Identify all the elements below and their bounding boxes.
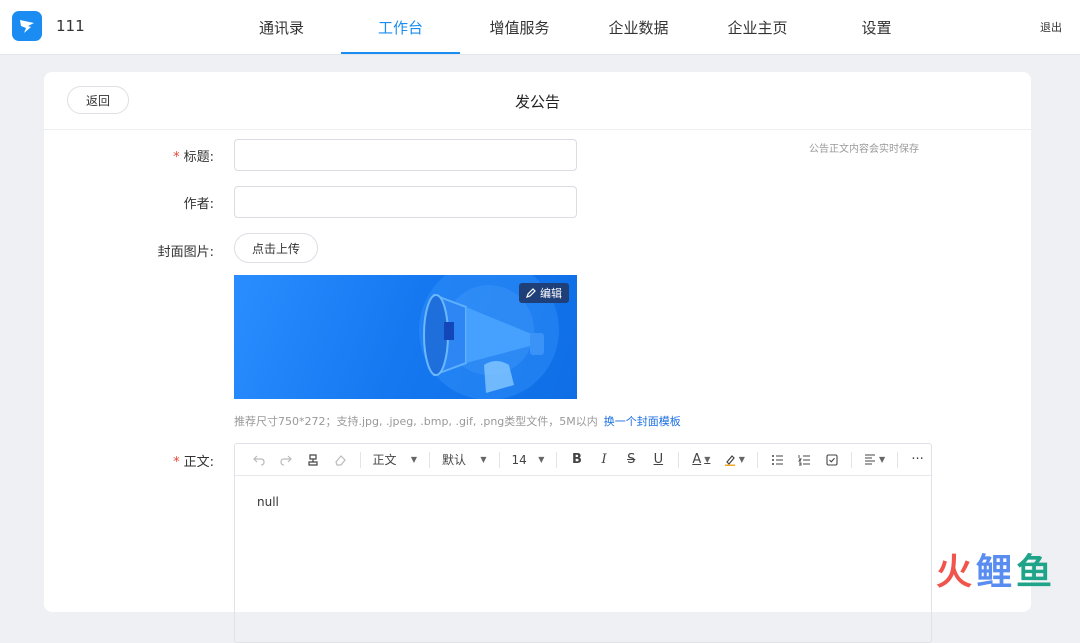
title-label: * 标题: [173, 150, 214, 165]
paragraph-style-select[interactable]: 正文 ▼ [366, 448, 423, 472]
tab-contacts[interactable]: 通讯录 [222, 0, 341, 54]
toolbar-divider [498, 451, 500, 468]
toolbar-divider [556, 451, 558, 468]
caret-down-icon: ▼ [538, 455, 545, 464]
numbered-list-icon[interactable] [791, 448, 818, 472]
bold-button[interactable]: B [563, 448, 590, 472]
autosave-note: 公告正文内容会实时保存 [809, 144, 919, 155]
logout-link[interactable]: 退出 [1040, 19, 1062, 35]
required-marker: * [173, 455, 180, 470]
cover-label: 封面图片: [157, 245, 214, 260]
toolbar-divider [897, 451, 898, 468]
cover-image[interactable]: 编辑 [234, 275, 577, 399]
watermark-logo: 火鲤鱼 [935, 552, 1056, 593]
italic-button[interactable]: I [591, 448, 618, 472]
align-left-icon [864, 454, 875, 465]
author-input[interactable] [234, 186, 577, 218]
tab-workbench[interactable]: 工作台 [341, 0, 460, 54]
toolbar-divider [756, 451, 758, 468]
cover-edit-button[interactable]: 编辑 [519, 283, 569, 303]
clear-format-icon[interactable] [326, 448, 353, 472]
page-title: 发公告 [514, 93, 560, 111]
body-label: * 正文: [173, 455, 214, 470]
announcement-card: 返回 发公告 公告正文内容会实时保存 * 标题: 作者: 封面图片: 点击上传 编… [44, 72, 1031, 643]
organization-name: 111 [56, 17, 85, 35]
more-options-button[interactable]: ··· [904, 448, 931, 472]
cover-hint: 推荐尺寸750*272；支持.jpg, .jpeg, .bmp, .gif, .… [234, 415, 681, 428]
underline-button[interactable]: U [645, 448, 672, 472]
caret-down-icon: ▼ [738, 455, 745, 464]
align-select[interactable]: ▼ [858, 448, 891, 472]
font-family-select[interactable]: 默认 ▼ [436, 448, 493, 472]
toolbar-divider [677, 451, 679, 468]
top-navigation-bar: 111 通讯录 工作台 增值服务 企业数据 企业主页 设置 退出 [0, 0, 1080, 54]
format-painter-icon[interactable] [299, 448, 326, 472]
tab-enterprise-data[interactable]: 企业数据 [579, 0, 698, 54]
caret-down-icon: ▼ [480, 455, 487, 464]
caret-down-icon: ▼ [410, 455, 418, 464]
font-size-select[interactable]: 14 ▼ [506, 448, 551, 472]
change-cover-template-link[interactable]: 换一个封面模板 [604, 415, 681, 428]
author-label: 作者: [183, 197, 214, 212]
toolbar-divider [851, 451, 853, 468]
title-input[interactable] [234, 139, 577, 171]
tab-value-added-services[interactable]: 增值服务 [460, 0, 579, 54]
main-nav: 通讯录 工作台 增值服务 企业数据 企业主页 设置 [222, 0, 936, 54]
font-color-button[interactable]: A ▼ [685, 448, 718, 472]
redo-icon[interactable] [272, 448, 299, 472]
tab-settings[interactable]: 设置 [817, 0, 936, 54]
editor-content[interactable]: null [235, 476, 931, 528]
required-marker: * [173, 150, 180, 165]
undo-icon[interactable] [245, 448, 272, 472]
bulleted-list-icon[interactable] [764, 448, 791, 472]
toolbar-divider [429, 451, 430, 468]
strikethrough-button[interactable]: S [618, 448, 645, 472]
tab-enterprise-homepage[interactable]: 企业主页 [698, 0, 817, 54]
dingtalk-logo-icon[interactable] [12, 11, 42, 41]
card-header: 返回 发公告 [44, 72, 1031, 130]
caret-down-icon: ▼ [704, 455, 711, 464]
editor-toolbar: 正文 ▼ 默认 ▼ 14 ▼ B I S U A ▼ ▼ ▼ ··· [235, 444, 931, 476]
highlight-color-button[interactable]: ▼ [718, 448, 751, 472]
checklist-icon[interactable] [818, 448, 845, 472]
upload-cover-button[interactable]: 点击上传 [234, 233, 318, 263]
pencil-icon [526, 288, 536, 298]
caret-down-icon: ▼ [878, 455, 886, 464]
highlighter-icon [724, 454, 735, 466]
toolbar-divider [359, 451, 361, 468]
rich-text-editor: 正文 ▼ 默认 ▼ 14 ▼ B I S U A ▼ ▼ ▼ ··· null [234, 443, 932, 643]
